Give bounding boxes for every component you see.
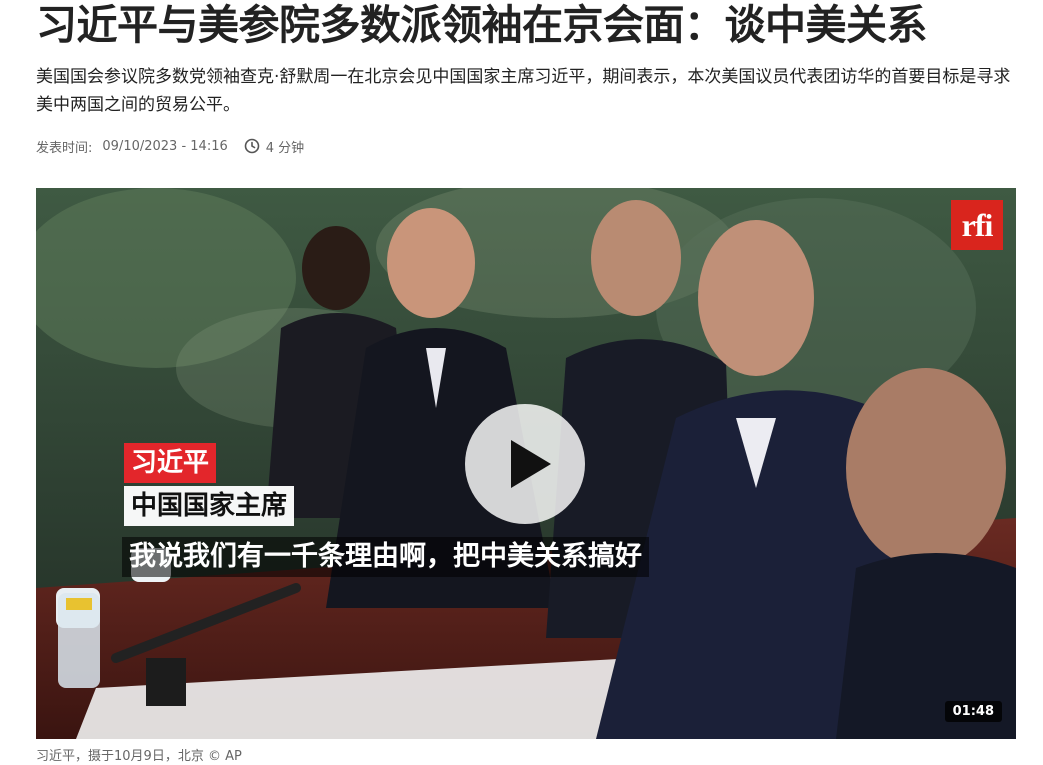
rfi-logo: rfi bbox=[951, 200, 1003, 250]
article-meta: 发表时间: 09/10/2023 - 14:16 4 分钟 bbox=[36, 136, 304, 156]
read-time: 4 分钟 bbox=[265, 140, 305, 156]
subtitle-speaker-title: 中国国家主席 bbox=[124, 486, 295, 526]
article-lede: 美国国会参议院多数党领袖查克·舒默周一在北京会见中国国家主席习近平，期间表示，本… bbox=[36, 67, 1011, 115]
subtitle-speaker-name: 习近平 bbox=[124, 443, 217, 483]
play-icon bbox=[511, 440, 551, 488]
subtitle-quote: 我说我们有一千条理由啊，把中美关系搞好 bbox=[122, 537, 649, 577]
published-label: 发表时间: bbox=[36, 140, 93, 156]
image-caption: 习近平，摄于10月9日，北京 © AP bbox=[36, 749, 242, 764]
published-datetime: 09/10/2023 - 14:16 bbox=[102, 138, 228, 154]
video-duration: 01:48 bbox=[944, 701, 1002, 722]
play-button[interactable] bbox=[465, 404, 585, 524]
video-player[interactable]: rfi 习近平 中国国家主席 我说我们有一千条理由啊，把中美关系搞好 01:48 bbox=[36, 188, 1016, 739]
clock-icon bbox=[244, 138, 260, 154]
article-headline: 习近平与美参院多数派领袖在京会面：谈中美关系 bbox=[36, 1, 928, 49]
